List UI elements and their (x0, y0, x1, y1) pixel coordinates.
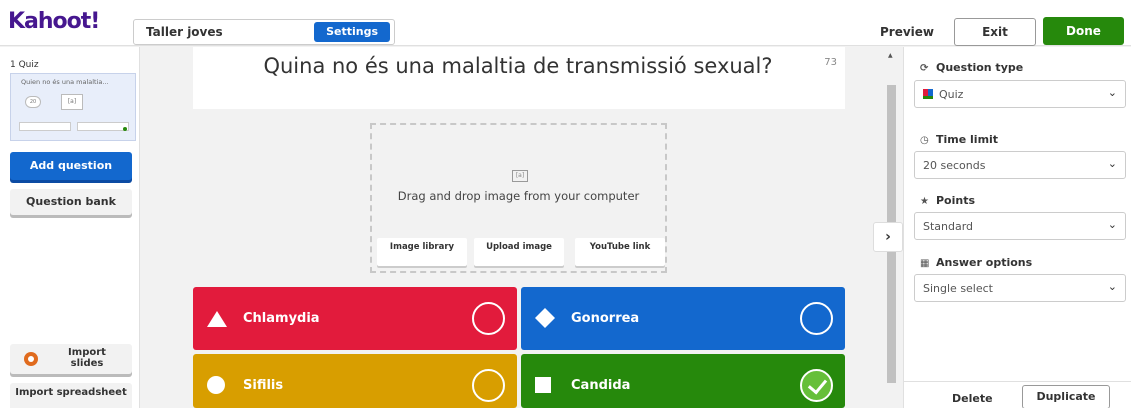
points-heading: ★ Points (920, 194, 976, 207)
time-limit-heading: ◷ Time limit (920, 133, 999, 146)
answer-4-text[interactable]: Candida (571, 378, 630, 393)
answer-3[interactable]: Sifilis (193, 354, 517, 408)
chevron-right-icon[interactable]: › (873, 222, 903, 252)
character-counter: 73 (824, 57, 837, 68)
time-limit-value: 20 seconds (923, 159, 986, 172)
points-select[interactable]: Standard ⌄ (914, 212, 1126, 240)
answer-4[interactable]: Candida (521, 354, 845, 408)
quiz-icon (923, 89, 933, 99)
slide-time-pill: 20 (25, 96, 41, 108)
kahoot-title-field[interactable]: Taller joves Settings (133, 19, 395, 45)
upload-image-button[interactable]: Upload image (474, 238, 564, 266)
circle-icon (207, 376, 225, 394)
square-icon (535, 377, 551, 393)
answer-options-value: Single select (923, 282, 993, 295)
medal-icon: ★ (920, 196, 929, 207)
done-button[interactable]: Done (1043, 17, 1124, 45)
points-value: Standard (923, 220, 974, 233)
answer-4-correct-toggle[interactable] (800, 369, 833, 402)
divider (904, 381, 1131, 382)
answer-2[interactable]: Gonorrea (521, 287, 845, 350)
answer-options-heading: ▦ Answer options (920, 256, 1033, 269)
slide-status-dot (123, 127, 127, 131)
answer-2-text[interactable]: Gonorrea (571, 311, 639, 326)
settings-panel: ⟳ Question type Quiz ⌄ ◷ Time limit 20 sec… (903, 47, 1131, 408)
preview-button[interactable]: Preview (880, 25, 934, 39)
question-input[interactable]: Quina no és una malaltia de transmissió … (193, 47, 845, 109)
answer-3-correct-toggle[interactable] (472, 369, 505, 402)
youtube-link-button[interactable]: YouTube link (575, 238, 665, 266)
slide-answer-placeholder (77, 122, 129, 131)
triangle-icon (207, 311, 227, 327)
chevron-down-icon: ⌄ (1107, 86, 1117, 99)
answer-1-correct-toggle[interactable] (472, 302, 505, 335)
chevron-down-icon: ⌄ (1107, 157, 1117, 170)
duplicate-button[interactable]: Duplicate (1022, 385, 1110, 408)
dropzone-prompt: Drag and drop image from your computer (397, 189, 640, 203)
question-bank-button[interactable]: Question bank (10, 189, 132, 215)
image-icon: [a] (512, 170, 528, 182)
question-text: Quina no és una malaltia de transmissió … (263, 54, 773, 78)
slide-thumbnail[interactable]: Quien no és una malaltia... 20 [a] (10, 73, 136, 141)
answer-3-text[interactable]: Sifilis (243, 378, 283, 393)
image-library-button[interactable]: Image library (377, 238, 467, 266)
chevron-down-icon: ⌄ (1107, 280, 1117, 293)
import-slides-label: Import slides (68, 347, 106, 369)
question-type-select[interactable]: Quiz ⌄ (914, 80, 1126, 108)
scroll-up-arrow-icon[interactable]: ▲ (888, 52, 893, 59)
add-question-button[interactable]: Add question (10, 152, 132, 180)
settings-button[interactable]: Settings (314, 22, 390, 42)
time-limit-select[interactable]: 20 seconds ⌄ (914, 151, 1126, 179)
answer-1[interactable]: Chlamydia (193, 287, 517, 350)
answer-2-correct-toggle[interactable] (800, 302, 833, 335)
delete-button[interactable]: Delete (952, 392, 993, 405)
answer-options-select[interactable]: Single select ⌄ (914, 274, 1126, 302)
question-type-heading: ⟳ Question type (920, 61, 1024, 74)
exit-button[interactable]: Exit (954, 18, 1036, 46)
chevron-down-icon: ⌄ (1107, 218, 1117, 231)
question-type-icon: ⟳ (920, 63, 929, 74)
question-type-value: Quiz (939, 88, 964, 101)
answer-options-icon: ▦ (920, 258, 930, 269)
slide-answer-placeholder (19, 122, 71, 131)
kahoot-title-value: Taller joves (146, 25, 223, 39)
slide-image-icon: [a] (61, 94, 83, 110)
import-slides-icon (24, 352, 38, 366)
media-dropzone[interactable]: [a] Drag and drop image from your comput… (370, 123, 667, 273)
kahoot-logo[interactable]: Kahoot! (8, 9, 100, 34)
diamond-icon (535, 308, 555, 328)
slide-label: 1 Quiz (10, 60, 39, 70)
slide-question-preview: Quien no és una malaltia... (21, 78, 109, 86)
answer-1-text[interactable]: Chlamydia (243, 311, 320, 326)
import-slides-button[interactable]: Import slides (10, 344, 132, 374)
top-bar: Kahoot! Taller joves Settings Preview Ex… (0, 0, 1131, 46)
clock-icon: ◷ (920, 135, 929, 146)
import-spreadsheet-button[interactable]: Import spreadsheet (10, 383, 132, 408)
slides-sidebar: 1 Quiz Quien no és una malaltia... 20 [a… (0, 47, 140, 408)
